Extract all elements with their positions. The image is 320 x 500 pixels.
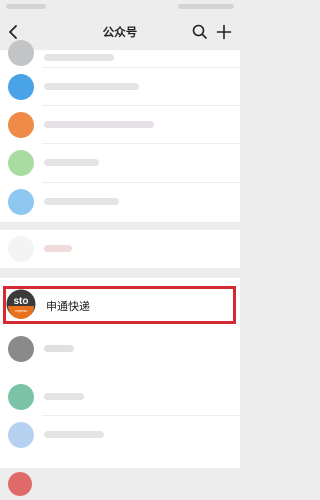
blurred-account-name [44, 393, 84, 400]
list-item[interactable] [0, 68, 240, 106]
account-avatar [8, 422, 34, 448]
plus-icon [216, 24, 232, 40]
svg-text:sto: sto [14, 296, 29, 307]
status-bar-right-blur [178, 4, 234, 9]
account-list-group-4 [0, 332, 240, 468]
blurred-account-name [44, 245, 72, 252]
blurred-account-name [44, 345, 74, 352]
account-list-group-1 [0, 40, 240, 222]
add-button[interactable] [214, 22, 234, 42]
blurred-account-name [44, 159, 99, 166]
account-name-label: 申通快递 [46, 300, 90, 313]
search-icon [192, 24, 207, 39]
status-bar [0, 0, 240, 14]
list-item[interactable] [0, 332, 240, 370]
account-avatar [8, 112, 34, 138]
blurred-account-name [44, 121, 154, 128]
sto-logo-icon: sto express [6, 289, 36, 319]
account-avatar [8, 40, 34, 66]
bottom-area [0, 470, 240, 500]
blurred-account-name [44, 83, 139, 90]
list-item[interactable] [0, 183, 240, 222]
sto-logo-avatar: sto express [6, 289, 36, 319]
account-avatar [8, 150, 34, 176]
account-avatar [8, 472, 32, 496]
status-bar-left-blur [6, 4, 46, 9]
blurred-account-name [44, 198, 119, 205]
list-item[interactable] [0, 416, 240, 454]
svg-text:express: express [15, 309, 27, 313]
account-avatar [8, 336, 34, 362]
account-list-group-2 [0, 230, 240, 268]
list-item[interactable] [0, 230, 240, 268]
list-item[interactable] [0, 40, 240, 68]
nav-bar: 公众号 [0, 14, 240, 50]
account-avatar [8, 236, 34, 262]
blurred-account-name [44, 54, 114, 61]
highlighted-list-item[interactable] [3, 286, 236, 324]
search-button[interactable] [190, 22, 210, 42]
account-avatar [8, 189, 34, 215]
list-item[interactable] [0, 378, 240, 416]
account-avatar [8, 384, 34, 410]
account-avatar [8, 74, 34, 100]
blurred-account-name [44, 431, 104, 438]
list-item[interactable] [0, 144, 240, 183]
list-item[interactable] [0, 106, 240, 144]
